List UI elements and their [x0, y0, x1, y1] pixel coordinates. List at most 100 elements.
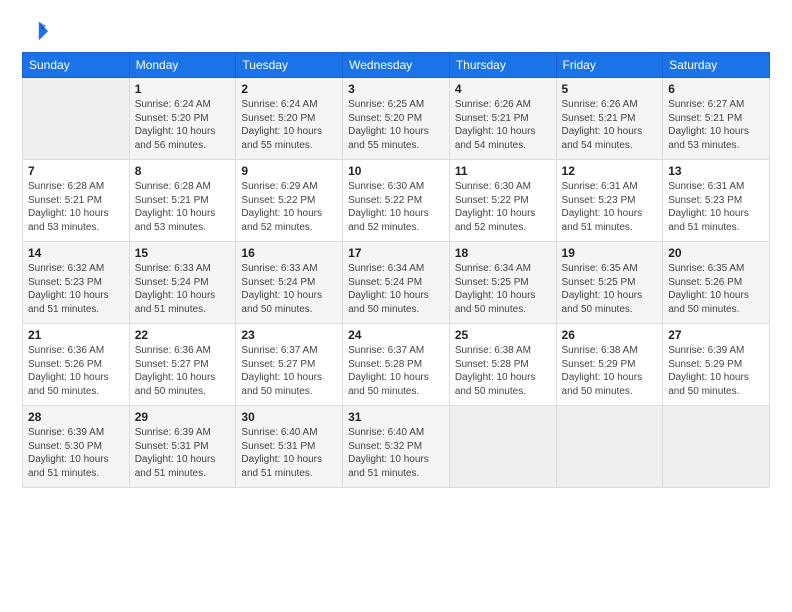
- cell-info-line: and 53 minutes.: [28, 221, 124, 235]
- cell-info-line: and 52 minutes.: [241, 221, 337, 235]
- calendar-cell: 17Sunrise: 6:34 AMSunset: 5:24 PMDayligh…: [343, 242, 450, 324]
- cell-info-line: Sunrise: 6:35 AM: [562, 262, 658, 276]
- calendar-cell: 18Sunrise: 6:34 AMSunset: 5:25 PMDayligh…: [449, 242, 556, 324]
- cell-info-line: Daylight: 10 hours: [135, 207, 231, 221]
- calendar-cell: 22Sunrise: 6:36 AMSunset: 5:27 PMDayligh…: [129, 324, 236, 406]
- cell-info-line: Sunrise: 6:34 AM: [455, 262, 551, 276]
- cell-info-line: Sunrise: 6:35 AM: [668, 262, 764, 276]
- calendar-row: 1Sunrise: 6:24 AMSunset: 5:20 PMDaylight…: [23, 78, 770, 160]
- day-number: 7: [28, 164, 124, 178]
- calendar-cell: 6Sunrise: 6:27 AMSunset: 5:21 PMDaylight…: [663, 78, 770, 160]
- cell-info-line: Sunrise: 6:31 AM: [668, 180, 764, 194]
- cell-info-line: Sunrise: 6:38 AM: [562, 344, 658, 358]
- cell-info-line: and 50 minutes.: [348, 303, 444, 317]
- cell-info-line: Sunrise: 6:24 AM: [241, 98, 337, 112]
- calendar-cell: 23Sunrise: 6:37 AMSunset: 5:27 PMDayligh…: [236, 324, 343, 406]
- day-number: 12: [562, 164, 658, 178]
- cell-info-line: Sunset: 5:23 PM: [28, 276, 124, 290]
- cell-info-line: Sunset: 5:24 PM: [241, 276, 337, 290]
- day-number: 2: [241, 82, 337, 96]
- cell-info-line: and 51 minutes.: [135, 467, 231, 481]
- cell-info-line: Sunset: 5:30 PM: [28, 440, 124, 454]
- calendar-cell: 14Sunrise: 6:32 AMSunset: 5:23 PMDayligh…: [23, 242, 130, 324]
- cell-info-line: Sunrise: 6:40 AM: [348, 426, 444, 440]
- cell-info-line: Daylight: 10 hours: [668, 289, 764, 303]
- cell-info-line: Sunrise: 6:33 AM: [135, 262, 231, 276]
- cell-info-line: Sunset: 5:20 PM: [241, 112, 337, 126]
- calendar-cell: 26Sunrise: 6:38 AMSunset: 5:29 PMDayligh…: [556, 324, 663, 406]
- cell-info-line: Sunset: 5:26 PM: [668, 276, 764, 290]
- cell-info-line: Sunrise: 6:36 AM: [135, 344, 231, 358]
- cell-info-line: Sunrise: 6:24 AM: [135, 98, 231, 112]
- cell-info-line: Sunrise: 6:37 AM: [348, 344, 444, 358]
- day-number: 10: [348, 164, 444, 178]
- cell-info-line: Sunrise: 6:39 AM: [135, 426, 231, 440]
- cell-info-line: and 50 minutes.: [562, 303, 658, 317]
- calendar-cell: 13Sunrise: 6:31 AMSunset: 5:23 PMDayligh…: [663, 160, 770, 242]
- cell-info-line: Daylight: 10 hours: [241, 125, 337, 139]
- day-number: 21: [28, 328, 124, 342]
- calendar-cell: 30Sunrise: 6:40 AMSunset: 5:31 PMDayligh…: [236, 406, 343, 488]
- cell-info-line: and 50 minutes.: [668, 303, 764, 317]
- cell-info-line: and 56 minutes.: [135, 139, 231, 153]
- cell-info-line: Daylight: 10 hours: [562, 125, 658, 139]
- cell-info-line: Sunset: 5:22 PM: [348, 194, 444, 208]
- weekday-header: Monday: [129, 53, 236, 78]
- day-number: 29: [135, 410, 231, 424]
- cell-info-line: Sunset: 5:28 PM: [455, 358, 551, 372]
- cell-info-line: Sunrise: 6:33 AM: [241, 262, 337, 276]
- calendar-cell: 27Sunrise: 6:39 AMSunset: 5:29 PMDayligh…: [663, 324, 770, 406]
- calendar-cell: 28Sunrise: 6:39 AMSunset: 5:30 PMDayligh…: [23, 406, 130, 488]
- cell-info-line: Sunrise: 6:39 AM: [28, 426, 124, 440]
- day-number: 27: [668, 328, 764, 342]
- day-number: 8: [135, 164, 231, 178]
- cell-info-line: and 50 minutes.: [28, 385, 124, 399]
- cell-info-line: and 51 minutes.: [28, 467, 124, 481]
- cell-info-line: and 50 minutes.: [241, 303, 337, 317]
- page: SundayMondayTuesdayWednesdayThursdayFrid…: [0, 0, 792, 612]
- day-number: 15: [135, 246, 231, 260]
- cell-info-line: Daylight: 10 hours: [241, 207, 337, 221]
- cell-info-line: Daylight: 10 hours: [348, 453, 444, 467]
- weekday-header: Saturday: [663, 53, 770, 78]
- cell-info-line: and 50 minutes.: [348, 385, 444, 399]
- calendar-cell: 2 Sunrise: 6:24 AMSunset: 5:20 PMDaylight…: [236, 78, 343, 160]
- calendar-cell: 19Sunrise: 6:35 AMSunset: 5:25 PMDayligh…: [556, 242, 663, 324]
- cell-info-line: Sunrise: 6:34 AM: [348, 262, 444, 276]
- cell-info-line: Sunrise: 6:40 AM: [241, 426, 337, 440]
- calendar-cell: 3Sunrise: 6:25 AMSunset: 5:20 PMDaylight…: [343, 78, 450, 160]
- calendar-table: SundayMondayTuesdayWednesdayThursdayFrid…: [22, 52, 770, 488]
- cell-info-line: Sunset: 5:28 PM: [348, 358, 444, 372]
- cell-info-line: Sunset: 5:24 PM: [135, 276, 231, 290]
- cell-info-line: Sunset: 5:21 PM: [455, 112, 551, 126]
- calendar-cell: 5Sunrise: 6:26 AMSunset: 5:21 PMDaylight…: [556, 78, 663, 160]
- cell-info-line: Daylight: 10 hours: [562, 371, 658, 385]
- cell-info-line: Sunrise: 6:30 AM: [455, 180, 551, 194]
- cell-info-line: and 50 minutes.: [241, 385, 337, 399]
- cell-info-line: Sunrise: 6:26 AM: [455, 98, 551, 112]
- day-number: 11: [455, 164, 551, 178]
- cell-info-line: Sunrise: 6:31 AM: [562, 180, 658, 194]
- cell-info-line: and 50 minutes.: [455, 385, 551, 399]
- weekday-header: Tuesday: [236, 53, 343, 78]
- cell-info-line: Daylight: 10 hours: [455, 371, 551, 385]
- cell-info-line: Sunrise: 6:29 AM: [241, 180, 337, 194]
- cell-info-line: Sunset: 5:27 PM: [241, 358, 337, 372]
- calendar-row: 14Sunrise: 6:32 AMSunset: 5:23 PMDayligh…: [23, 242, 770, 324]
- weekday-header: Thursday: [449, 53, 556, 78]
- cell-info-line: and 50 minutes.: [455, 303, 551, 317]
- cell-info-line: Daylight: 10 hours: [668, 207, 764, 221]
- day-number: 26: [562, 328, 658, 342]
- calendar-cell: [556, 406, 663, 488]
- cell-info-line: Daylight: 10 hours: [562, 207, 658, 221]
- cell-info-line: and 52 minutes.: [455, 221, 551, 235]
- day-number: 20: [668, 246, 764, 260]
- cell-info-line: Sunset: 5:22 PM: [455, 194, 551, 208]
- cell-info-line: and 51 minutes.: [28, 303, 124, 317]
- cell-info-line: and 50 minutes.: [135, 385, 231, 399]
- cell-info-line: Sunrise: 6:37 AM: [241, 344, 337, 358]
- cell-info-line: Sunset: 5:25 PM: [455, 276, 551, 290]
- calendar-cell: 20 Sunrise: 6:35 AMSunset: 5:26 PMDayligh…: [663, 242, 770, 324]
- cell-info-line: Daylight: 10 hours: [28, 371, 124, 385]
- cell-info-line: and 51 minutes.: [135, 303, 231, 317]
